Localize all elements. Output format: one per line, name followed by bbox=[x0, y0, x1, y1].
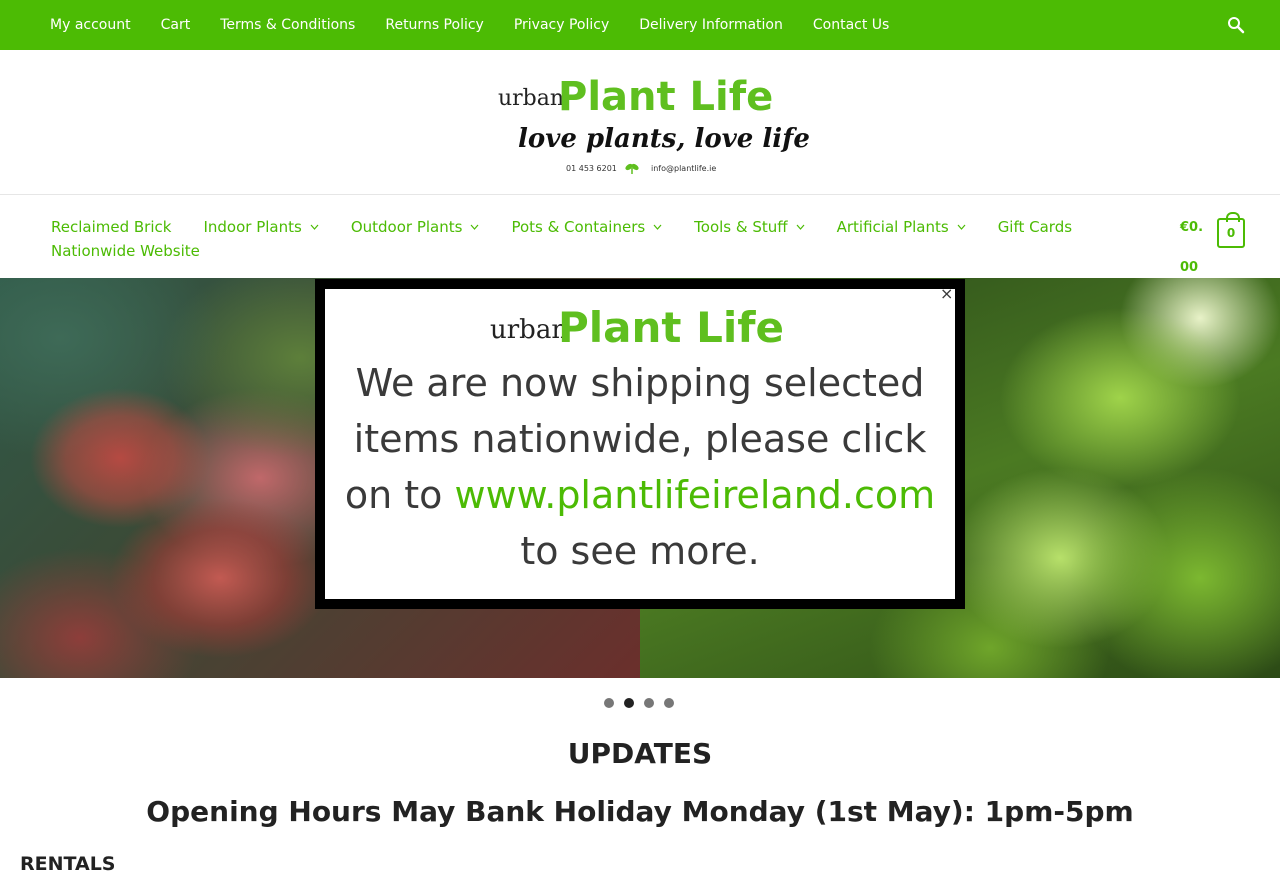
top-link-terms[interactable]: Terms & Conditions bbox=[205, 17, 370, 33]
slider-dot-4[interactable] bbox=[664, 698, 674, 708]
nav-item-outdoor-plants[interactable]: Outdoor Plants bbox=[335, 215, 496, 239]
cart-total[interactable]: €0.00 bbox=[1180, 208, 1210, 288]
slider-dot-1[interactable] bbox=[604, 698, 614, 708]
updates-heading: UPDATES bbox=[567, 737, 713, 770]
top-link-cart[interactable]: Cart bbox=[146, 17, 206, 33]
nav-item-label: Indoor Plants bbox=[203, 218, 302, 236]
nav-item-artificial-plants[interactable]: Artificial Plants bbox=[821, 215, 982, 239]
top-link-my-account[interactable]: My account bbox=[35, 17, 146, 33]
opening-hours-heading: Opening Hours May Bank Holiday Monday (1… bbox=[146, 795, 1134, 828]
cart-count: 0 bbox=[1226, 226, 1236, 240]
nav-item-label: Tools & Stuff bbox=[694, 218, 788, 236]
top-bar: My account Cart Terms & Conditions Retur… bbox=[0, 0, 1280, 50]
site-logo[interactable]: urban Plant Life love plants, love life … bbox=[496, 74, 810, 180]
close-icon[interactable]: × bbox=[940, 284, 958, 303]
nav-item-label: Pots & Containers bbox=[511, 218, 646, 236]
rentals-heading: RENTALS bbox=[20, 853, 116, 875]
search-icon[interactable] bbox=[1226, 15, 1246, 35]
popup-website-link[interactable]: www.plantlifeireland.com bbox=[454, 473, 935, 517]
chevron-down-icon bbox=[957, 224, 966, 230]
top-link-privacy[interactable]: Privacy Policy bbox=[499, 17, 624, 33]
popup-close-label: × bbox=[940, 284, 954, 303]
cart-icon[interactable]: 0 bbox=[1217, 212, 1245, 248]
popup-logo-urban: urban bbox=[490, 315, 569, 345]
nav-item-pots-containers[interactable]: Pots & Containers bbox=[495, 215, 678, 239]
chevron-down-icon bbox=[470, 224, 479, 230]
nav-item-label: Reclaimed Brick bbox=[51, 218, 172, 236]
top-link-returns[interactable]: Returns Policy bbox=[370, 17, 498, 33]
popup-message-after: to see more. bbox=[520, 529, 760, 573]
nav-item-label: Artificial Plants bbox=[836, 218, 949, 236]
shipping-popup: urban Plant Life We are now shipping sel… bbox=[315, 279, 965, 609]
popup-logo: urban Plant Life bbox=[490, 303, 790, 355]
nav-item-label: Gift Cards bbox=[997, 218, 1073, 236]
nav-item-tools-stuff[interactable]: Tools & Stuff bbox=[678, 215, 820, 239]
logo-email: info@plantlife.ie bbox=[651, 164, 717, 173]
nav-item-indoor-plants[interactable]: Indoor Plants bbox=[187, 215, 334, 239]
main-nav-items: Reclaimed Brick Indoor Plants Outdoor Pl… bbox=[35, 215, 1115, 263]
top-link-delivery[interactable]: Delivery Information bbox=[624, 17, 798, 33]
slider-dot-3[interactable] bbox=[644, 698, 654, 708]
chevron-down-icon bbox=[653, 224, 662, 230]
logo-plantlife: Plant Life bbox=[558, 74, 774, 120]
leaf-icon bbox=[625, 163, 639, 174]
logo-urban: urban bbox=[498, 86, 565, 111]
top-link-contact[interactable]: Contact Us bbox=[798, 17, 904, 33]
nav-item-label: Outdoor Plants bbox=[350, 218, 463, 236]
popup-message: We are now shipping selected items natio… bbox=[339, 355, 941, 579]
nav-item-label: Nationwide Website bbox=[51, 242, 200, 260]
logo-tagline: love plants, love life bbox=[518, 124, 810, 154]
nav-item-reclaimed-brick[interactable]: Reclaimed Brick bbox=[35, 215, 187, 239]
nav-item-gift-cards[interactable]: Gift Cards bbox=[982, 215, 1088, 239]
popup-content: urban Plant Life We are now shipping sel… bbox=[325, 289, 955, 599]
slider-dot-2[interactable] bbox=[624, 698, 634, 708]
site-header: urban Plant Life love plants, love life … bbox=[0, 50, 1280, 195]
main-nav: Reclaimed Brick Indoor Plants Outdoor Pl… bbox=[0, 196, 1280, 278]
top-links: My account Cart Terms & Conditions Retur… bbox=[35, 0, 904, 50]
chevron-down-icon bbox=[310, 224, 319, 230]
nav-item-nationwide-website[interactable]: Nationwide Website bbox=[35, 239, 216, 263]
logo-phone: 01 453 6201 bbox=[566, 164, 617, 173]
slider-dots bbox=[604, 698, 684, 708]
chevron-down-icon bbox=[796, 224, 805, 230]
popup-logo-plantlife: Plant Life bbox=[558, 303, 785, 352]
